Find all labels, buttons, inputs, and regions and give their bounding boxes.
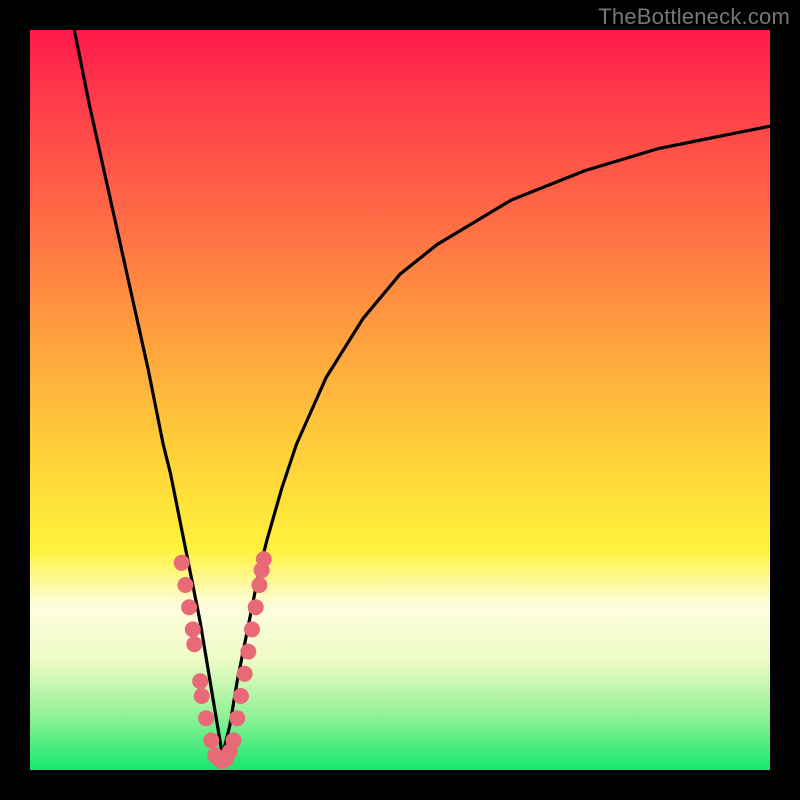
marker-dot — [256, 551, 272, 567]
chart-svg — [30, 30, 770, 770]
marker-dot — [248, 599, 264, 615]
marker-dot — [192, 673, 208, 689]
marker-dot — [185, 621, 201, 637]
marker-dot — [177, 577, 193, 593]
marker-dot — [251, 577, 267, 593]
marker-dot — [203, 732, 219, 748]
marker-dot — [174, 555, 190, 571]
marker-dot — [186, 636, 202, 652]
marker-dot — [194, 688, 210, 704]
watermark-text: TheBottleneck.com — [598, 4, 790, 30]
marker-dot — [229, 710, 245, 726]
marker-dot — [198, 710, 214, 726]
marker-dot — [237, 666, 253, 682]
marker-cluster — [174, 551, 272, 769]
plot-area — [30, 30, 770, 770]
marker-dot — [240, 644, 256, 660]
right-curve — [222, 126, 770, 755]
outer-frame: TheBottleneck.com — [0, 0, 800, 800]
marker-dot — [233, 688, 249, 704]
marker-dot — [244, 621, 260, 637]
marker-dot — [226, 732, 242, 748]
marker-dot — [181, 599, 197, 615]
